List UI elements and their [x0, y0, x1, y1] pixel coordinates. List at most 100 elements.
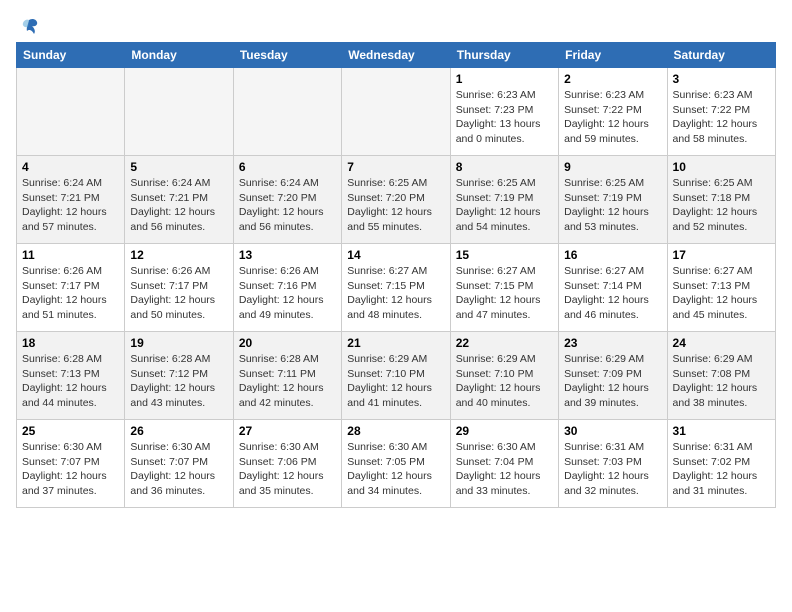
day-info: Sunrise: 6:29 AMSunset: 7:10 PMDaylight:…	[347, 352, 444, 411]
day-number: 17	[673, 248, 770, 262]
day-of-week-header: Monday	[125, 43, 233, 68]
calendar-day-cell: 31 Sunrise: 6:31 AMSunset: 7:02 PMDayligh…	[667, 420, 775, 508]
day-info: Sunrise: 6:30 AMSunset: 7:04 PMDaylight:…	[456, 440, 553, 499]
day-number: 7	[347, 160, 444, 174]
calendar-day-cell: 28 Sunrise: 6:30 AMSunset: 7:05 PMDayligh…	[342, 420, 450, 508]
day-number: 9	[564, 160, 661, 174]
day-info: Sunrise: 6:28 AMSunset: 7:12 PMDaylight:…	[130, 352, 227, 411]
day-info: Sunrise: 6:31 AMSunset: 7:02 PMDaylight:…	[673, 440, 770, 499]
day-info: Sunrise: 6:25 AMSunset: 7:18 PMDaylight:…	[673, 176, 770, 235]
calendar-day-cell: 10 Sunrise: 6:25 AMSunset: 7:18 PMDayligh…	[667, 156, 775, 244]
day-info: Sunrise: 6:25 AMSunset: 7:19 PMDaylight:…	[456, 176, 553, 235]
calendar-header-row: SundayMondayTuesdayWednesdayThursdayFrid…	[17, 43, 776, 68]
calendar-table: SundayMondayTuesdayWednesdayThursdayFrid…	[16, 42, 776, 508]
day-info: Sunrise: 6:24 AMSunset: 7:21 PMDaylight:…	[22, 176, 119, 235]
day-info: Sunrise: 6:31 AMSunset: 7:03 PMDaylight:…	[564, 440, 661, 499]
day-number: 29	[456, 424, 553, 438]
calendar-day-cell	[233, 68, 341, 156]
calendar-week-row: 4 Sunrise: 6:24 AMSunset: 7:21 PMDaylight…	[17, 156, 776, 244]
day-info: Sunrise: 6:29 AMSunset: 7:10 PMDaylight:…	[456, 352, 553, 411]
day-number: 11	[22, 248, 119, 262]
day-info: Sunrise: 6:27 AMSunset: 7:15 PMDaylight:…	[456, 264, 553, 323]
day-info: Sunrise: 6:24 AMSunset: 7:21 PMDaylight:…	[130, 176, 227, 235]
day-number: 26	[130, 424, 227, 438]
day-info: Sunrise: 6:26 AMSunset: 7:16 PMDaylight:…	[239, 264, 336, 323]
day-of-week-header: Thursday	[450, 43, 558, 68]
day-info: Sunrise: 6:25 AMSunset: 7:19 PMDaylight:…	[564, 176, 661, 235]
calendar-day-cell: 12 Sunrise: 6:26 AMSunset: 7:17 PMDayligh…	[125, 244, 233, 332]
day-number: 4	[22, 160, 119, 174]
day-info: Sunrise: 6:23 AMSunset: 7:22 PMDaylight:…	[564, 88, 661, 147]
day-number: 6	[239, 160, 336, 174]
calendar-day-cell: 26 Sunrise: 6:30 AMSunset: 7:07 PMDayligh…	[125, 420, 233, 508]
day-of-week-header: Saturday	[667, 43, 775, 68]
day-of-week-header: Friday	[559, 43, 667, 68]
day-of-week-header: Sunday	[17, 43, 125, 68]
day-info: Sunrise: 6:23 AMSunset: 7:23 PMDaylight:…	[456, 88, 553, 147]
day-number: 8	[456, 160, 553, 174]
calendar-day-cell: 24Sunrise: 6:29 AMSunset: 7:08 PMDayligh…	[667, 332, 775, 420]
day-info: Sunrise: 6:23 AMSunset: 7:22 PMDaylight:…	[673, 88, 770, 147]
calendar-day-cell	[342, 68, 450, 156]
calendar-day-cell: 6 Sunrise: 6:24 AMSunset: 7:20 PMDaylight…	[233, 156, 341, 244]
calendar-day-cell: 8 Sunrise: 6:25 AMSunset: 7:19 PMDaylight…	[450, 156, 558, 244]
day-number: 16	[564, 248, 661, 262]
day-number: 28	[347, 424, 444, 438]
day-info: Sunrise: 6:26 AMSunset: 7:17 PMDaylight:…	[130, 264, 227, 323]
calendar-day-cell: 22 Sunrise: 6:29 AMSunset: 7:10 PMDayligh…	[450, 332, 558, 420]
calendar-day-cell: 25Sunrise: 6:30 AMSunset: 7:07 PMDayligh…	[17, 420, 125, 508]
day-number: 15	[456, 248, 553, 262]
day-info: Sunrise: 6:29 AMSunset: 7:09 PMDaylight:…	[564, 352, 661, 411]
calendar-day-cell: 16Sunrise: 6:27 AMSunset: 7:14 PMDayligh…	[559, 244, 667, 332]
page-header	[16, 16, 776, 34]
calendar-day-cell: 20Sunrise: 6:28 AMSunset: 7:11 PMDayligh…	[233, 332, 341, 420]
calendar-day-cell: 23 Sunrise: 6:29 AMSunset: 7:09 PMDayligh…	[559, 332, 667, 420]
calendar-day-cell: 11 Sunrise: 6:26 AMSunset: 7:17 PMDayligh…	[17, 244, 125, 332]
calendar-day-cell: 3Sunrise: 6:23 AMSunset: 7:22 PMDaylight…	[667, 68, 775, 156]
day-info: Sunrise: 6:27 AMSunset: 7:13 PMDaylight:…	[673, 264, 770, 323]
calendar-day-cell	[125, 68, 233, 156]
day-number: 21	[347, 336, 444, 350]
day-info: Sunrise: 6:25 AMSunset: 7:20 PMDaylight:…	[347, 176, 444, 235]
day-number: 24	[673, 336, 770, 350]
day-info: Sunrise: 6:28 AMSunset: 7:11 PMDaylight:…	[239, 352, 336, 411]
calendar-week-row: 11 Sunrise: 6:26 AMSunset: 7:17 PMDayligh…	[17, 244, 776, 332]
day-number: 30	[564, 424, 661, 438]
day-number: 12	[130, 248, 227, 262]
calendar-day-cell	[17, 68, 125, 156]
calendar-day-cell: 4 Sunrise: 6:24 AMSunset: 7:21 PMDaylight…	[17, 156, 125, 244]
day-number: 14	[347, 248, 444, 262]
day-number: 1	[456, 72, 553, 86]
day-number: 31	[673, 424, 770, 438]
day-number: 23	[564, 336, 661, 350]
day-info: Sunrise: 6:30 AMSunset: 7:05 PMDaylight:…	[347, 440, 444, 499]
day-of-week-header: Tuesday	[233, 43, 341, 68]
calendar-day-cell: 1 Sunrise: 6:23 AMSunset: 7:23 PMDaylight…	[450, 68, 558, 156]
day-number: 19	[130, 336, 227, 350]
day-info: Sunrise: 6:30 AMSunset: 7:06 PMDaylight:…	[239, 440, 336, 499]
calendar-day-cell: 30 Sunrise: 6:31 AMSunset: 7:03 PMDayligh…	[559, 420, 667, 508]
calendar-week-row: 1 Sunrise: 6:23 AMSunset: 7:23 PMDaylight…	[17, 68, 776, 156]
day-number: 25	[22, 424, 119, 438]
day-number: 22	[456, 336, 553, 350]
logo	[16, 16, 40, 34]
calendar-day-cell: 2 Sunrise: 6:23 AMSunset: 7:22 PMDaylight…	[559, 68, 667, 156]
calendar-day-cell: 27 Sunrise: 6:30 AMSunset: 7:06 PMDayligh…	[233, 420, 341, 508]
day-info: Sunrise: 6:30 AMSunset: 7:07 PMDaylight:…	[130, 440, 227, 499]
calendar-day-cell: 14 Sunrise: 6:27 AMSunset: 7:15 PMDayligh…	[342, 244, 450, 332]
calendar-day-cell: 18Sunrise: 6:28 AMSunset: 7:13 PMDayligh…	[17, 332, 125, 420]
day-number: 27	[239, 424, 336, 438]
day-number: 13	[239, 248, 336, 262]
day-of-week-header: Wednesday	[342, 43, 450, 68]
day-info: Sunrise: 6:28 AMSunset: 7:13 PMDaylight:…	[22, 352, 119, 411]
day-number: 10	[673, 160, 770, 174]
day-info: Sunrise: 6:26 AMSunset: 7:17 PMDaylight:…	[22, 264, 119, 323]
calendar-week-row: 18Sunrise: 6:28 AMSunset: 7:13 PMDayligh…	[17, 332, 776, 420]
calendar-day-cell: 17 Sunrise: 6:27 AMSunset: 7:13 PMDayligh…	[667, 244, 775, 332]
calendar-week-row: 25 Sunrise: 6:30 AMSunset: 7:07 PMDayligh…	[17, 420, 776, 508]
day-info: Sunrise: 6:27 AMSunset: 7:15 PMDaylight:…	[347, 264, 444, 323]
day-number: 2	[564, 72, 661, 86]
day-number: 5	[130, 160, 227, 174]
calendar-day-cell: 7 Sunrise: 6:25 AMSunset: 7:20 PMDaylight…	[342, 156, 450, 244]
day-info: Sunrise: 6:24 AMSunset: 7:20 PMDaylight:…	[239, 176, 336, 235]
